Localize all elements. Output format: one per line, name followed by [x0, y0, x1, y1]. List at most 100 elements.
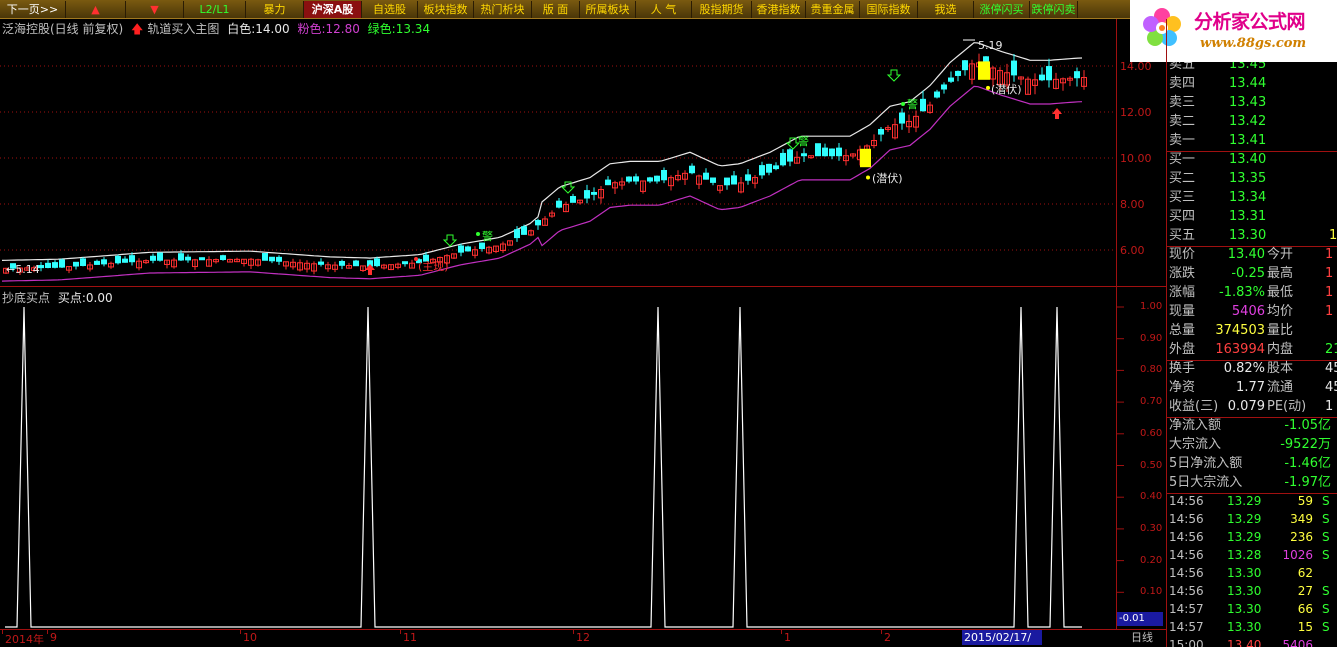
candle-body — [766, 163, 772, 173]
indicator-tick-label: 0.40 — [1140, 491, 1163, 503]
candle-body — [1074, 71, 1080, 79]
candle-body — [948, 77, 954, 82]
candle-body — [878, 128, 884, 135]
candle-body — [955, 70, 961, 76]
tick-row[interactable]: 14:57 13.30 15 S — [1167, 618, 1337, 636]
candle-body — [647, 177, 653, 182]
flow-row[interactable]: 5日净流入额 -1.46亿 — [1167, 454, 1337, 473]
bid-row[interactable]: 买五 13.30 1 — [1167, 226, 1337, 245]
tick-time: 14:56 — [1169, 584, 1204, 598]
signal-candle — [860, 148, 871, 168]
candle-body — [710, 177, 716, 183]
ask-row[interactable]: 卖二 13.42 — [1167, 112, 1337, 131]
kline-chart[interactable]: ←5.145.19(潜伏)(潜伏)(主现)警警警 — [0, 0, 1167, 647]
candle-body — [570, 196, 576, 203]
stat-row[interactable]: 总量 374503 量比 — [1167, 321, 1337, 340]
ask-row[interactable]: 卖五 13.45 — [1167, 62, 1337, 74]
tick-side: S — [1322, 584, 1330, 598]
ask-row[interactable]: 卖四 13.44 — [1167, 74, 1337, 93]
indicator-tick-label: 0.30 — [1140, 522, 1163, 534]
stat-row[interactable]: 外盘 163994内盘 210 — [1167, 340, 1337, 359]
date-tick — [881, 630, 882, 634]
stat-value: -1.83% — [1219, 285, 1265, 300]
fund-row[interactable]: 净资 1.77流通 45 — [1167, 378, 1337, 397]
cursor-date: 2015/02/17/二 — [962, 630, 1042, 647]
fund-row[interactable]: 收益(三) 0.079 PE(动) 1 — [1167, 397, 1337, 416]
tick-row[interactable]: 14:56 13.28 1026 S — [1167, 546, 1337, 564]
candle-body — [899, 112, 905, 124]
bid-row[interactable]: 买四 13.31 — [1167, 207, 1337, 226]
tick-row[interactable]: 14:56 13.29 349 S — [1167, 510, 1337, 528]
bid-row[interactable]: 买三 13.34 — [1167, 188, 1337, 207]
date-tick — [240, 630, 241, 634]
stat-row[interactable]: 涨幅 -1.83% 最低 1 — [1167, 283, 1337, 302]
bid-row[interactable]: 买一 13.40 — [1167, 150, 1337, 169]
date-tick-label: 9 — [50, 631, 57, 644]
tick-volume: 62 — [1297, 566, 1313, 580]
tick-row[interactable]: 14:56 13.29 236 S — [1167, 528, 1337, 546]
alarm-annotation: 警 — [798, 134, 809, 148]
tick-row[interactable]: 14:57 13.30 66 S — [1167, 600, 1337, 618]
fund-row[interactable]: 换手 0.82%股本 45 — [1167, 359, 1337, 378]
candle-body — [1039, 74, 1045, 81]
green-down-arrow-icon — [442, 234, 458, 247]
bid-row[interactable]: 买二 13.35 — [1167, 169, 1337, 188]
tick-row[interactable]: 14:56 13.29 59 S — [1167, 492, 1337, 510]
candle-body — [591, 191, 597, 195]
tick-row[interactable]: 14:56 13.30 62 — [1167, 564, 1337, 582]
candle-body — [465, 246, 471, 252]
flow-value: -1.05亿 — [1284, 418, 1331, 433]
price-tick-label: 6.00 — [1120, 244, 1145, 257]
candle-body — [1011, 60, 1017, 76]
ask-label: 卖四 — [1169, 76, 1196, 91]
candle-body — [318, 261, 324, 265]
stat-value: 1 — [1325, 266, 1334, 281]
tick-side: S — [1322, 548, 1330, 562]
tick-row[interactable]: 15:00 13.40 5406 — [1167, 636, 1337, 647]
ask-price: 13.43 — [1229, 95, 1267, 110]
signal-dot — [901, 102, 905, 106]
candle-body — [584, 190, 590, 199]
date-tick — [2, 630, 3, 634]
ask-price: 13.44 — [1229, 76, 1267, 91]
candle-body — [122, 258, 128, 263]
tick-price: 13.30 — [1227, 584, 1262, 598]
bid-price: 13.40 — [1229, 152, 1267, 167]
candle-body — [836, 147, 842, 157]
tick-price: 13.29 — [1227, 530, 1262, 544]
price-tick-label: 12.00 — [1120, 106, 1152, 119]
bid-label: 买四 — [1169, 209, 1196, 224]
ask-price: 13.42 — [1229, 114, 1267, 129]
tick-row[interactable]: 14:56 13.30 27 S — [1167, 582, 1337, 600]
candle-body — [339, 260, 345, 266]
candle-body — [52, 262, 58, 268]
candle-body — [129, 255, 135, 263]
fund-value: 1 — [1325, 399, 1334, 414]
stat-row[interactable]: 涨跌 -0.25 最高 1 — [1167, 264, 1337, 283]
date-tick — [573, 630, 574, 634]
price-tick-label: 8.00 — [1120, 198, 1145, 211]
period-tab[interactable]: 日线 — [1118, 630, 1166, 646]
candle-body — [780, 152, 786, 166]
flow-value: -9522万 — [1280, 437, 1331, 452]
candle-body — [73, 261, 79, 267]
price-tick-label: 10.00 — [1120, 152, 1152, 165]
stat-row[interactable]: 现量 5406 均价 1 — [1167, 302, 1337, 321]
candle-body — [353, 260, 359, 267]
candle-body — [262, 253, 268, 261]
candle-body — [731, 175, 737, 185]
indicator-tick-label: 1.00 — [1140, 301, 1163, 312]
ask-row[interactable]: 卖一 13.41 — [1167, 131, 1337, 150]
flow-value: -1.97亿 — [1284, 475, 1331, 490]
flow-row[interactable]: 5日大宗流入 -1.97亿 — [1167, 473, 1337, 492]
candle-body — [535, 220, 541, 226]
indicator-tick-label: 0.70 — [1140, 396, 1163, 408]
flow-row[interactable]: 净流入额 -1.05亿 — [1167, 416, 1337, 435]
flow-row[interactable]: 大宗流入 -9522万 — [1167, 435, 1337, 454]
stat-row[interactable]: 现价 13.40 今开 1 — [1167, 245, 1337, 264]
white-band-line — [1, 42, 1083, 261]
ask-row[interactable]: 卖三 13.43 — [1167, 93, 1337, 112]
tick-price: 13.28 — [1227, 548, 1262, 562]
tick-price: 13.29 — [1227, 494, 1262, 508]
tick-time: 14:56 — [1169, 548, 1204, 562]
